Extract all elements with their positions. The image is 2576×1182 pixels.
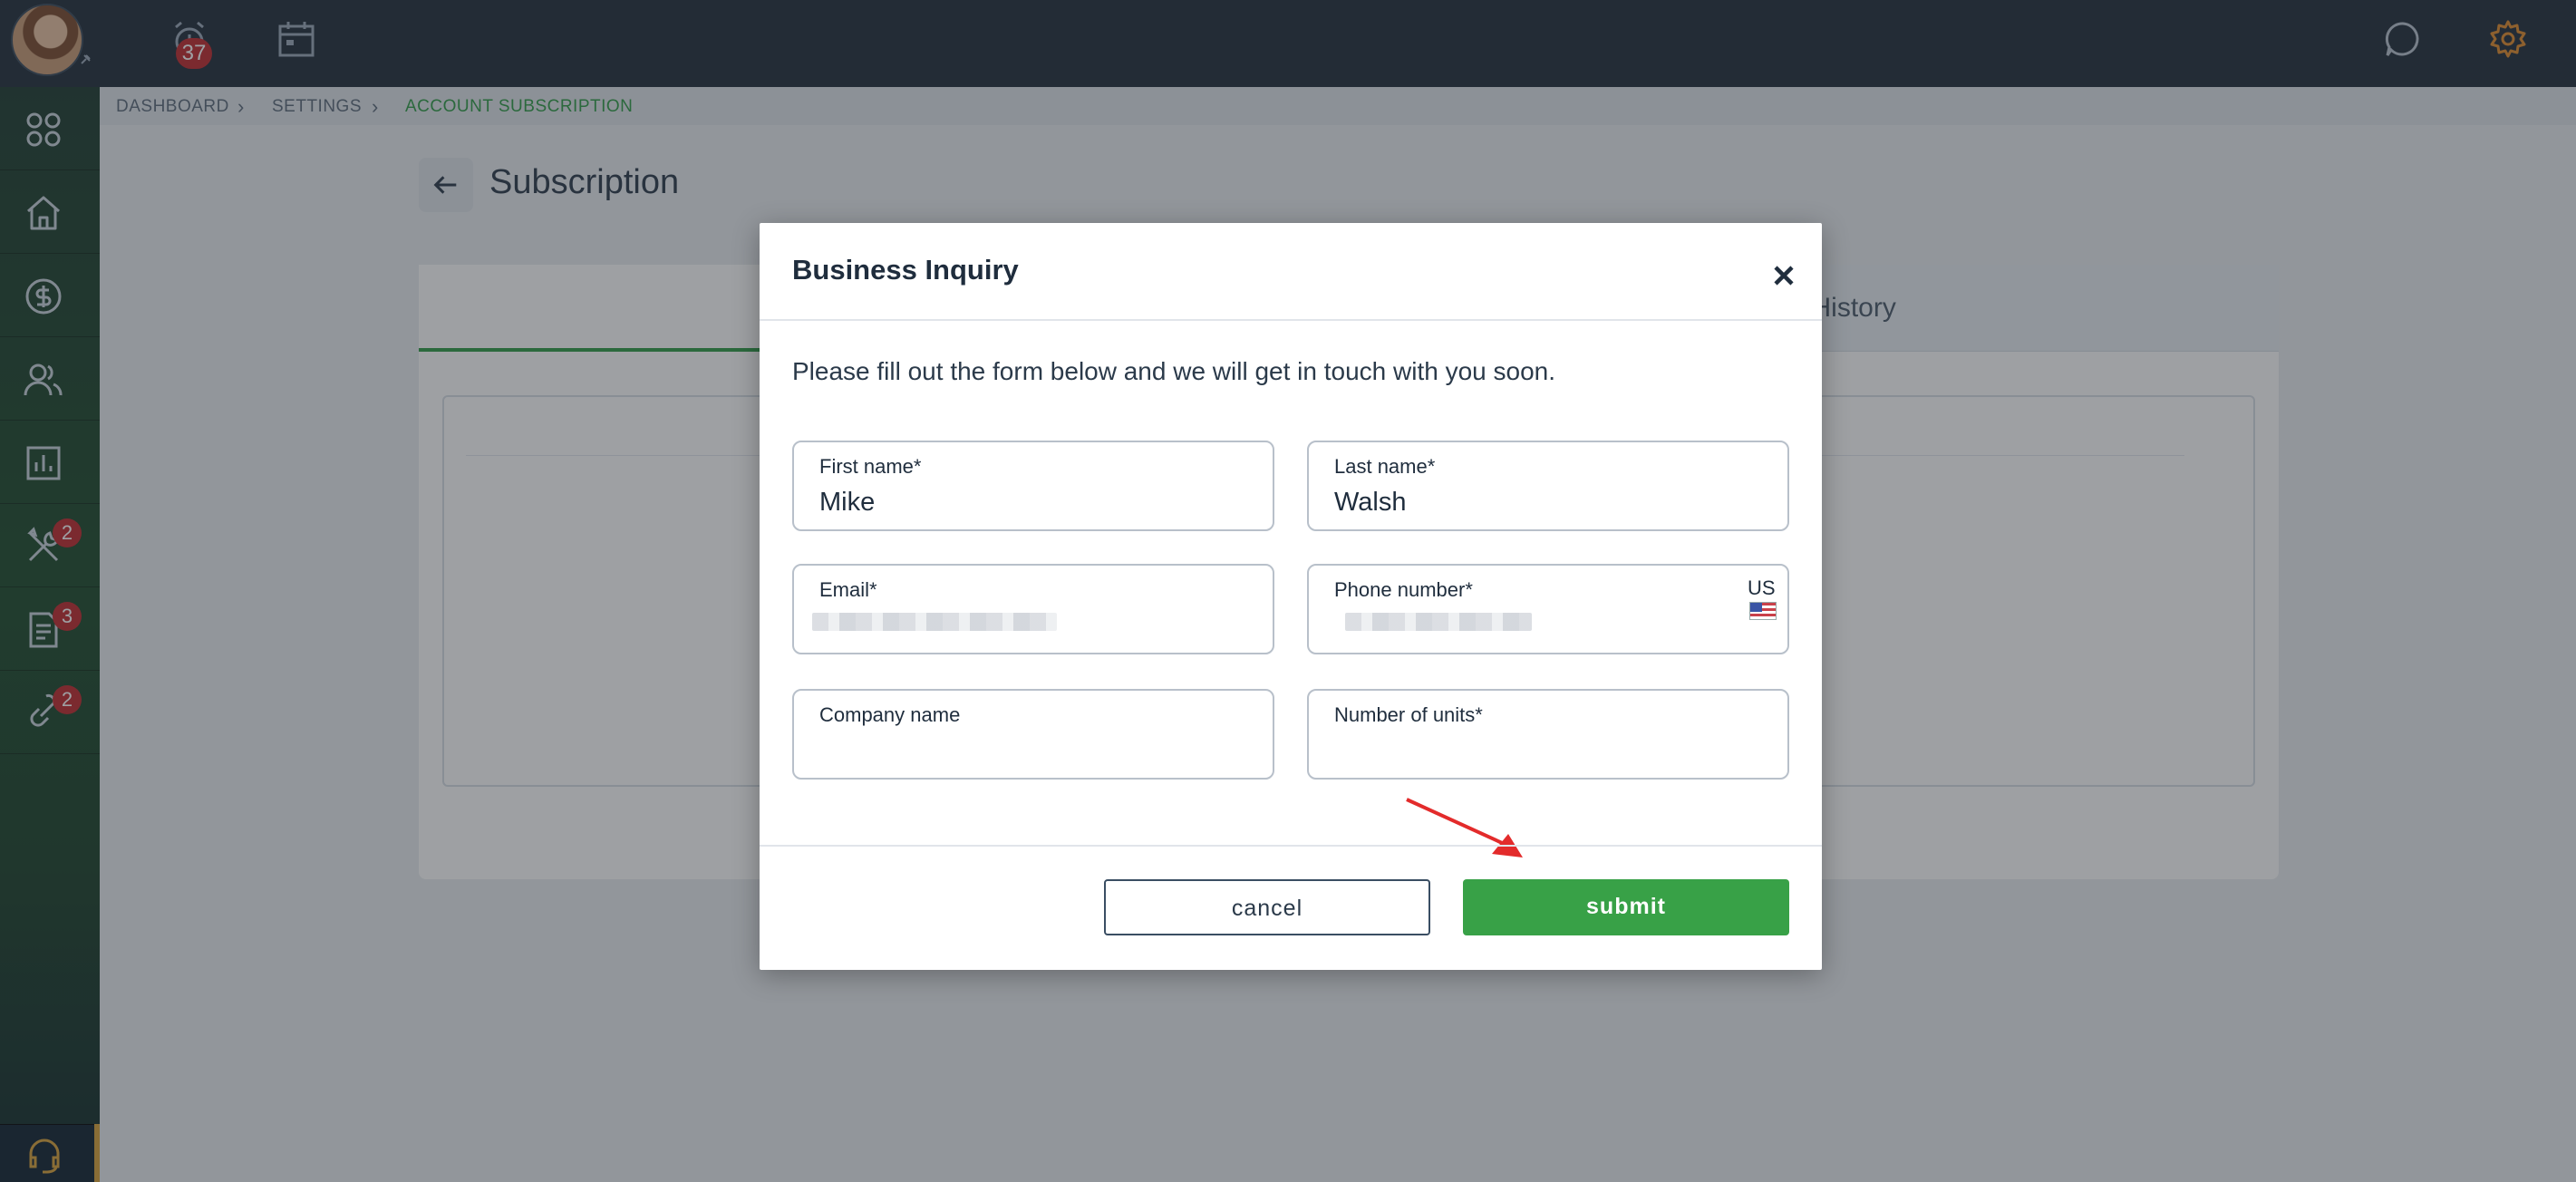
submit-button[interactable]: submit [1463, 879, 1789, 935]
first-name-value: Mike [819, 488, 876, 517]
number-of-units-field[interactable]: Number of units* [1307, 689, 1789, 780]
close-button[interactable] [1766, 257, 1802, 294]
close-icon [1774, 266, 1794, 286]
email-label: Email* [819, 578, 877, 601]
first-name-label: First name* [819, 455, 922, 478]
divider [760, 319, 1822, 321]
country-code[interactable]: US [1748, 576, 1776, 600]
first-name-field[interactable]: First name* Mike [792, 441, 1274, 531]
business-inquiry-modal: Business Inquiry Please fill out the for… [760, 223, 1822, 970]
company-name-label: Company name [819, 703, 961, 726]
last-name-value: Walsh [1334, 488, 1407, 517]
modal-title: Business Inquiry [792, 254, 1019, 286]
phone-field[interactable]: Phone number* US [1307, 564, 1789, 654]
number-of-units-label: Number of units* [1334, 703, 1483, 726]
phone-redacted-value [1345, 613, 1532, 631]
email-field[interactable]: Email* [792, 564, 1274, 654]
modal-description: Please fill out the form below and we wi… [792, 357, 1556, 385]
divider [760, 845, 1822, 847]
us-flag-icon[interactable] [1749, 602, 1777, 620]
red-arrow-annotation [1406, 798, 1523, 857]
cancel-button[interactable]: cancel [1104, 879, 1430, 935]
phone-label: Phone number* [1334, 578, 1473, 601]
last-name-field[interactable]: Last name* Walsh [1307, 441, 1789, 531]
last-name-label: Last name* [1334, 455, 1436, 478]
company-name-field[interactable]: Company name [792, 689, 1274, 780]
email-redacted-value [812, 613, 1057, 631]
